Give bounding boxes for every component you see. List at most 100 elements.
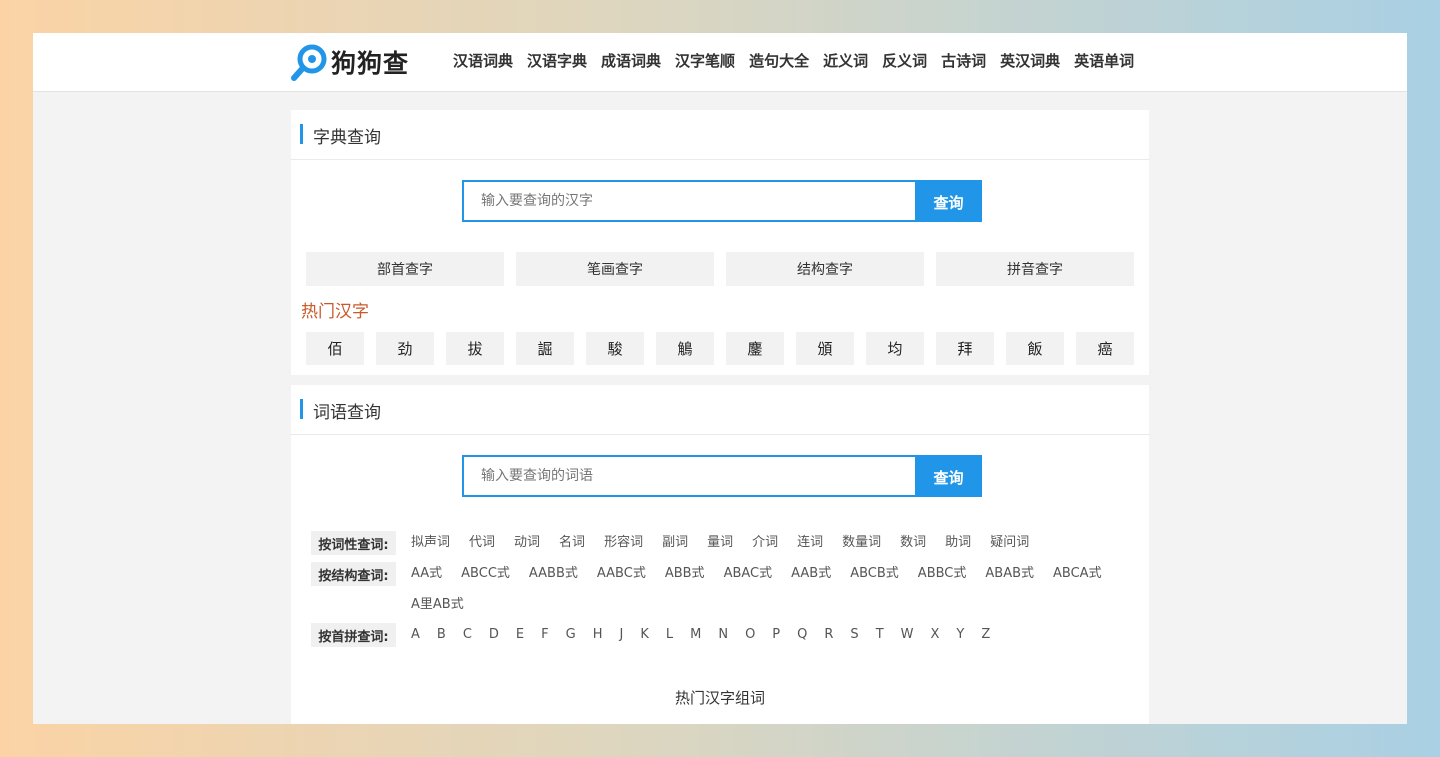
structure-link[interactable]: AABC式: [597, 562, 646, 593]
hot-char-item[interactable]: 劲: [376, 332, 434, 365]
browser-window: 狗狗查 汉语词典 汉语字典 成语词典 汉字笔顺 造句大全 近义词 反义词 古诗词…: [33, 33, 1407, 724]
filter-items: A B C D E F G H J K L M N O P Q R S T W: [411, 623, 1131, 654]
method-structure-button[interactable]: 结构查字: [726, 252, 924, 286]
card-title: 字典查询: [313, 128, 381, 148]
letter-link[interactable]: W: [901, 623, 914, 654]
pos-link[interactable]: 动词: [514, 531, 540, 562]
nav-link[interactable]: 汉语词典: [453, 50, 513, 71]
structure-link[interactable]: AAB式: [791, 562, 831, 593]
letter-link[interactable]: E: [516, 623, 524, 654]
pos-link[interactable]: 副词: [662, 531, 688, 562]
char-search-button[interactable]: 查询: [915, 180, 982, 222]
nav-link[interactable]: 古诗词: [941, 50, 986, 71]
pos-link[interactable]: 助词: [945, 531, 971, 562]
structure-link[interactable]: ABAB式: [985, 562, 1034, 593]
letter-link[interactable]: P: [772, 623, 780, 654]
word-search-box: 查询: [462, 455, 982, 497]
structure-link[interactable]: ABCC式: [461, 562, 510, 593]
filter-by-structure: 按结构查词: AA式 ABCC式 AABB式 AABC式 ABB式 ABAC式 …: [311, 562, 1131, 623]
title-accent-bar: [300, 399, 303, 419]
nav-link[interactable]: 英语单词: [1074, 50, 1134, 71]
nav-link[interactable]: 汉语字典: [527, 50, 587, 71]
hot-char-item[interactable]: 癌: [1076, 332, 1134, 365]
filter-label: 按词性查词:: [311, 531, 396, 555]
hot-char-item[interactable]: 鵤: [656, 332, 714, 365]
pos-link[interactable]: 数词: [900, 531, 926, 562]
pos-link[interactable]: 形容词: [604, 531, 643, 562]
word-search-input[interactable]: [462, 455, 915, 497]
method-pinyin-button[interactable]: 拼音查字: [936, 252, 1134, 286]
structure-link[interactable]: ABCA式: [1053, 562, 1102, 593]
top-navbar: 狗狗查 汉语词典 汉语字典 成语词典 汉字笔顺 造句大全 近义词 反义词 古诗词…: [33, 33, 1407, 92]
letter-link[interactable]: S: [850, 623, 858, 654]
pos-link[interactable]: 代词: [469, 531, 495, 562]
letter-link[interactable]: Z: [981, 623, 990, 654]
char-dictionary-card: 字典查询 查询 部首查字 笔画查字 结构查字 拼音查字 热门汉字 佰 劲 拔 誳…: [291, 110, 1149, 375]
method-radical-button[interactable]: 部首查字: [306, 252, 504, 286]
lookup-methods: 部首查字 笔画查字 结构查字 拼音查字: [306, 252, 1146, 286]
letter-link[interactable]: L: [666, 623, 673, 654]
hot-char-item[interactable]: 鏖: [726, 332, 784, 365]
hot-char-item[interactable]: 飯: [1006, 332, 1064, 365]
pos-link[interactable]: 量词: [707, 531, 733, 562]
structure-link[interactable]: AABB式: [529, 562, 578, 593]
nav-link[interactable]: 汉字笔顺: [675, 50, 735, 71]
letter-link[interactable]: K: [640, 623, 649, 654]
filter-label: 按结构查词:: [311, 562, 396, 586]
hot-char-item[interactable]: 佰: [306, 332, 364, 365]
letter-link[interactable]: D: [489, 623, 499, 654]
pos-link[interactable]: 介词: [752, 531, 778, 562]
pos-link[interactable]: 连词: [797, 531, 823, 562]
word-search-button[interactable]: 查询: [915, 455, 982, 497]
char-search-input[interactable]: [462, 180, 915, 222]
nav-link[interactable]: 近义词: [823, 50, 868, 71]
filter-by-pos: 按词性查词: 拟声词 代词 动词 名词 形容词 副词 量词 介词 连词 数量词 …: [311, 531, 1131, 562]
structure-link[interactable]: ABB式: [665, 562, 705, 593]
letter-link[interactable]: B: [437, 623, 446, 654]
logo-text: 狗狗查: [331, 49, 410, 78]
letter-link[interactable]: Y: [956, 623, 964, 654]
hot-char-item[interactable]: 駿: [586, 332, 644, 365]
structure-link[interactable]: AA式: [411, 562, 442, 593]
magnifier-logo-icon: [291, 44, 327, 81]
letter-link[interactable]: R: [824, 623, 833, 654]
letter-link[interactable]: T: [876, 623, 884, 654]
nav-link[interactable]: 造句大全: [749, 50, 809, 71]
letter-link[interactable]: G: [566, 623, 576, 654]
structure-link[interactable]: ABBC式: [918, 562, 967, 593]
hot-char-item[interactable]: 均: [866, 332, 924, 365]
nav-link[interactable]: 英汉词典: [1000, 50, 1060, 71]
letter-link[interactable]: F: [541, 623, 548, 654]
structure-link[interactable]: ABCB式: [850, 562, 899, 593]
letter-link[interactable]: N: [718, 623, 728, 654]
letter-link[interactable]: M: [690, 623, 701, 654]
nav-link[interactable]: 成语词典: [601, 50, 661, 71]
hot-char-item[interactable]: 拔: [446, 332, 504, 365]
structure-link[interactable]: ABAC式: [724, 562, 773, 593]
hot-char-item[interactable]: 頒: [796, 332, 854, 365]
letter-link[interactable]: C: [463, 623, 472, 654]
letter-link[interactable]: J: [619, 623, 623, 654]
site-logo[interactable]: 狗狗查: [291, 41, 409, 83]
letter-link[interactable]: Q: [797, 623, 807, 654]
pos-link[interactable]: 疑问词: [990, 531, 1029, 562]
filter-items: 拟声词 代词 动词 名词 形容词 副词 量词 介词 连词 数量词 数词 助词 疑…: [411, 531, 1131, 562]
filter-items: AA式 ABCC式 AABB式 AABC式 ABB式 ABAC式 AAB式 AB…: [411, 562, 1131, 623]
letter-link[interactable]: H: [593, 623, 603, 654]
pos-link[interactable]: 数量词: [842, 531, 881, 562]
letter-link[interactable]: O: [745, 623, 755, 654]
letter-link[interactable]: X: [931, 623, 940, 654]
nav-link[interactable]: 反义词: [882, 50, 927, 71]
card-header: 字典查询: [291, 110, 1149, 160]
structure-link[interactable]: A里AB式: [411, 593, 464, 624]
card-header: 词语查询: [291, 385, 1149, 435]
title-accent-bar: [300, 124, 303, 144]
hot-words-title: 热门汉字组词: [674, 689, 765, 707]
hot-char-item[interactable]: 拜: [936, 332, 994, 365]
pos-link[interactable]: 拟声词: [411, 531, 450, 562]
method-stroke-button[interactable]: 笔画查字: [516, 252, 714, 286]
main-nav: 汉语词典 汉语字典 成语词典 汉字笔顺 造句大全 近义词 反义词 古诗词 英汉词…: [453, 50, 1148, 71]
letter-link[interactable]: A: [411, 623, 420, 654]
hot-char-item[interactable]: 誳: [516, 332, 574, 365]
pos-link[interactable]: 名词: [559, 531, 585, 562]
